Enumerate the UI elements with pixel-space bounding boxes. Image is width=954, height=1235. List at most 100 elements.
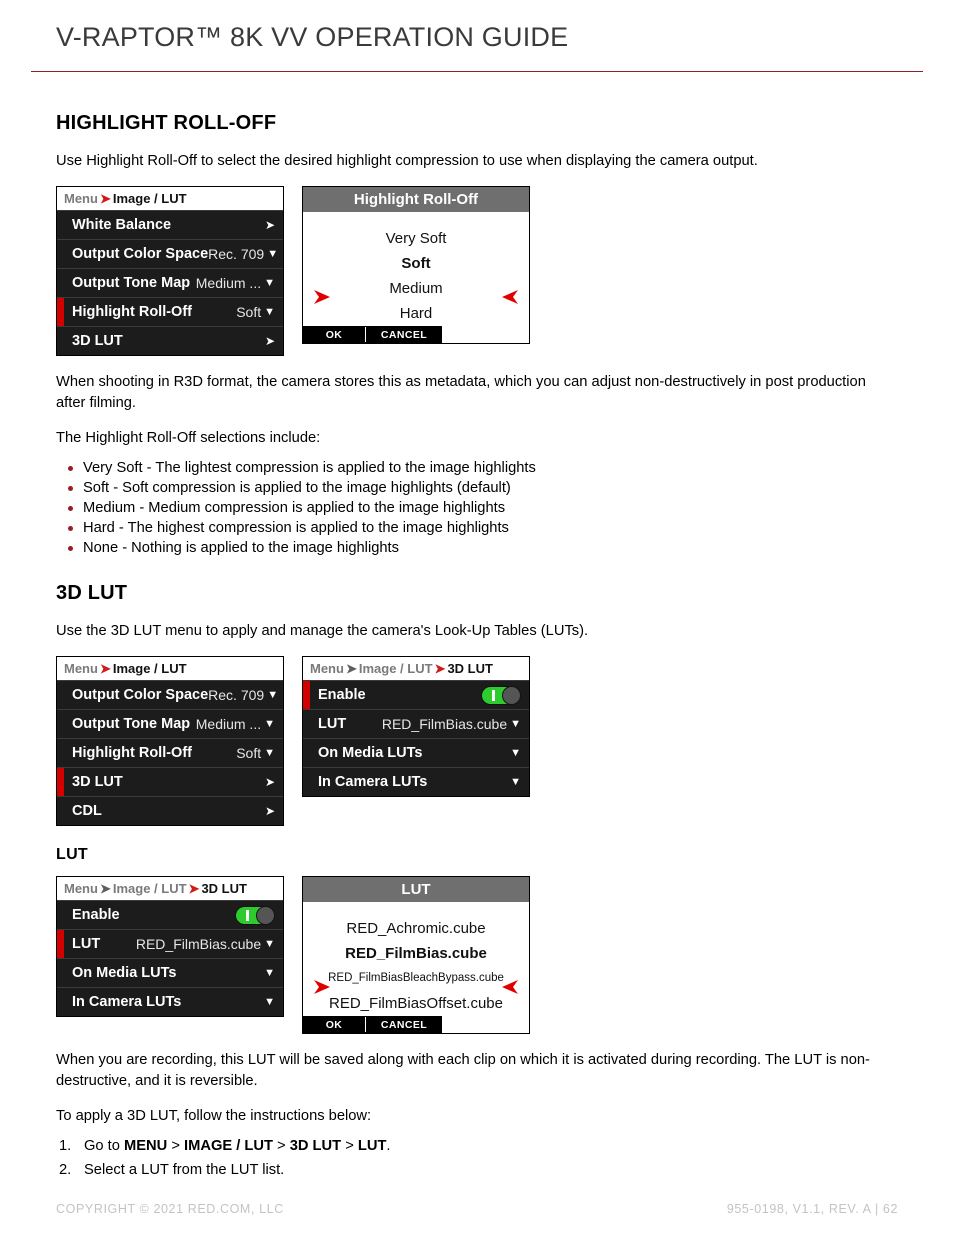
menu-row[interactable]: Output Tone Map Medium ... ▼	[57, 709, 283, 738]
cancel-button[interactable]: CANCEL	[366, 326, 442, 343]
menu-row-on-media-luts[interactable]: On Media LUTs ▼	[303, 738, 529, 767]
menu-row-on-media-luts[interactable]: On Media LUTs ▼	[57, 958, 283, 987]
lut-steps-intro: To apply a 3D LUT, follow the instructio…	[56, 1108, 372, 1124]
dialog-footer: OK CANCEL	[303, 326, 529, 343]
menu-row[interactable]: Output Tone Map Medium ... ▼	[57, 268, 283, 297]
list-item: Go to MENU > IMAGE / LUT > 3D LUT > LUT.	[56, 1136, 898, 1156]
dialog-option[interactable]: Hard	[303, 301, 529, 326]
breadcrumb-separator-icon: ➤	[99, 881, 111, 896]
step-menu-path-2: IMAGE / LUT	[184, 1138, 273, 1154]
chevron-down-icon: ▼	[510, 746, 521, 759]
camera-menu-3d-lut-2: Menu ➤ Image / LUT ➤ 3D LUT Enable LUT RED_F…	[56, 876, 284, 1017]
breadcrumb-separator-icon-2: ➤	[188, 881, 200, 896]
breadcrumb-root[interactable]: Menu	[310, 661, 344, 676]
menu-row-value: Soft	[236, 745, 262, 761]
menu-row-label: Enable	[72, 907, 120, 923]
breadcrumb-current: Image / LUT	[112, 661, 187, 676]
selection-arrow-left-icon	[502, 980, 518, 994]
dialog-option[interactable]: Very Soft	[303, 226, 529, 251]
step-separator: >	[272, 1138, 290, 1154]
camera-menu-3d-lut: Menu ➤ Image / LUT ➤ 3D LUT Enable LUT RED_F…	[302, 656, 530, 797]
highlight-rolloff-note: When shooting in R3D format, the camera …	[56, 374, 866, 411]
menu-row[interactable]: CDL ➤	[57, 796, 283, 825]
menu-row[interactable]: Highlight Roll-Off Soft ▼	[57, 738, 283, 767]
menu-row-in-camera-luts[interactable]: In Camera LUTs ▼	[57, 987, 283, 1016]
dialog-option-selected[interactable]: Soft	[303, 251, 529, 276]
cancel-button[interactable]: CANCEL	[366, 1016, 442, 1033]
menu-row-lut[interactable]: LUT RED_FilmBias.cube ▼	[57, 929, 283, 958]
menu-row[interactable]: Output Color Space Rec. 709 ▼	[57, 239, 283, 268]
dialog-option[interactable]: RED_FilmBiasOffset.cube	[303, 991, 529, 1016]
breadcrumb-root[interactable]: Menu	[64, 661, 98, 676]
dialog-title: LUT	[303, 877, 529, 902]
menu-row-lut[interactable]: LUT RED_FilmBias.cube ▼	[303, 709, 529, 738]
chevron-down-icon: ▼	[267, 688, 279, 701]
dialog-title: Highlight Roll-Off	[303, 187, 529, 212]
step-suffix: .	[386, 1138, 391, 1154]
three-d-lut-intro: Use the 3D LUT menu to apply and manage …	[56, 623, 589, 639]
dialog-option-selected[interactable]: RED_FilmBias.cube	[303, 941, 529, 966]
breadcrumb-separator-icon: ➤	[345, 661, 357, 676]
menu-row-in-camera-luts[interactable]: In Camera LUTs ▼	[303, 767, 529, 796]
breadcrumb: Menu ➤ Image / LUT ➤ 3D LUT	[303, 657, 529, 680]
menu-row-label: Output Color Space	[72, 687, 209, 703]
highlight-rolloff-bullets: Very Soft - The lightest compression is …	[56, 458, 898, 558]
menu-row-enable[interactable]: Enable	[57, 900, 283, 929]
chevron-down-icon: ▼	[510, 775, 521, 788]
breadcrumb: Menu ➤ Image / LUT	[57, 657, 283, 680]
selection-arrow-right-icon	[314, 290, 330, 304]
menu-row-value: RED_FilmBias.cube	[381, 716, 508, 732]
breadcrumb-root[interactable]: Menu	[64, 881, 98, 896]
header-divider	[31, 71, 923, 72]
breadcrumb-current: Image / LUT	[112, 191, 187, 206]
ok-button[interactable]: OK	[303, 1016, 365, 1033]
enable-toggle-switch[interactable]	[481, 685, 521, 705]
lut-note: When you are recording, this LUT will be…	[56, 1052, 870, 1089]
menu-row-highlight-rolloff[interactable]: Highlight Roll-Off Soft ▼	[57, 297, 283, 326]
breadcrumb-mid[interactable]: Image / LUT	[113, 881, 187, 896]
dialog-option[interactable]: Medium	[303, 276, 529, 301]
menu-row-label: White Balance	[72, 217, 172, 233]
step-menu-path-1: MENU	[124, 1138, 168, 1154]
breadcrumb-mid[interactable]: Image / LUT	[359, 661, 433, 676]
menu-row-label: LUT	[318, 716, 347, 732]
chevron-down-icon: ▼	[264, 746, 275, 759]
footer-copyright: COPYRIGHT © 2021 RED.COM, LLC	[56, 1202, 284, 1216]
chevron-down-icon: ▼	[267, 247, 279, 260]
menu-row-label: On Media LUTs	[318, 745, 423, 761]
menu-row-3d-lut[interactable]: 3D LUT ➤	[57, 767, 283, 796]
menu-row[interactable]: Output Color Space Rec. 709 ▼	[57, 680, 283, 709]
camera-menu-image-lut-2: Menu ➤ Image / LUT Output Color Space Rec.…	[56, 656, 284, 826]
enable-toggle-switch[interactable]	[235, 905, 275, 925]
section-heading-highlight-rolloff: HIGHLIGHT ROLL-OFF	[56, 112, 277, 134]
selection-arrow-right-icon	[314, 980, 330, 994]
document-title: V-RAPTOR™ 8K VV OPERATION GUIDE	[56, 22, 569, 52]
menu-row[interactable]: White Balance ➤	[57, 210, 283, 239]
menu-row-value: Rec. 709	[208, 687, 265, 703]
toggle-tick-icon	[492, 689, 495, 701]
menu-row-label: Highlight Roll-Off	[72, 745, 192, 761]
menu-row-enable[interactable]: Enable	[303, 680, 529, 709]
dialog-option[interactable]: RED_FilmBiasBleachBypass.cube	[303, 966, 529, 991]
menu-row-label: Output Tone Map	[72, 275, 191, 291]
chevron-down-icon: ▼	[264, 937, 275, 950]
list-item: Medium - Medium compression is applied t…	[56, 498, 898, 518]
step-prefix: Go to	[84, 1138, 125, 1154]
list-item: None - Nothing is applied to the image h…	[56, 538, 898, 558]
document-footer: COPYRIGHT © 2021 RED.COM, LLC 955-0198, …	[56, 1202, 898, 1216]
ok-button[interactable]: OK	[303, 326, 365, 343]
list-item: Very Soft - The lightest compression is …	[56, 458, 898, 478]
chevron-down-icon: ▼	[264, 717, 275, 730]
menu-row[interactable]: 3D LUT ➤	[57, 326, 283, 355]
breadcrumb: Menu ➤ Image / LUT	[57, 187, 283, 210]
chevron-down-icon: ▼	[264, 966, 275, 979]
breadcrumb-separator-icon: ➤	[99, 191, 111, 206]
menu-row-label: Output Tone Map	[72, 716, 191, 732]
breadcrumb-root[interactable]: Menu	[64, 191, 98, 206]
dialog-option[interactable]: RED_Achromic.cube	[303, 916, 529, 941]
dialog-options-list: RED_Achromic.cube RED_FilmBias.cube RED_…	[303, 902, 529, 1016]
chevron-down-icon: ▼	[264, 995, 275, 1008]
menu-row-label: In Camera LUTs	[72, 994, 182, 1010]
toggle-tick-icon	[246, 909, 249, 921]
lut-steps: Go to MENU > IMAGE / LUT > 3D LUT > LUT.…	[56, 1136, 898, 1180]
